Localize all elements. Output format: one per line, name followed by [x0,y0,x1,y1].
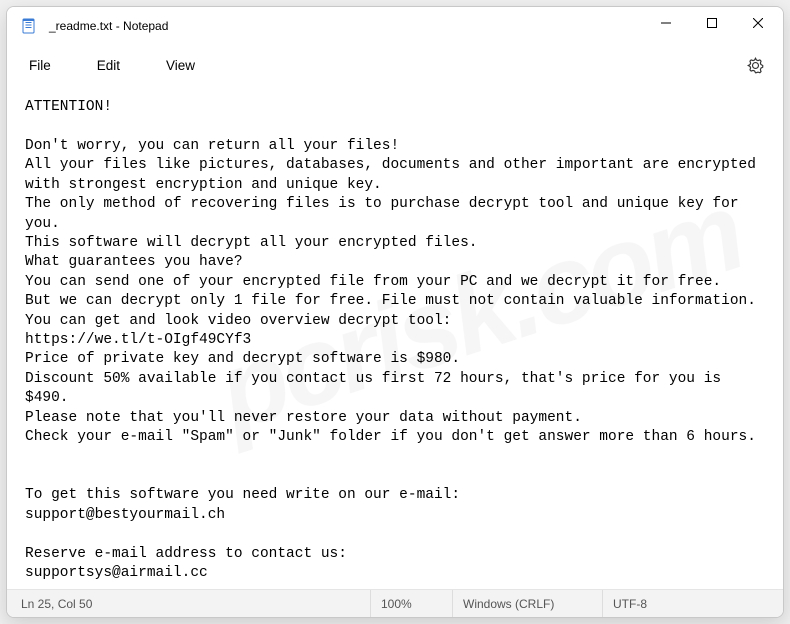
statusbar: Ln 25, Col 50 100% Windows (CRLF) UTF-8 [7,589,783,617]
window-title: _readme.txt - Notepad [49,19,643,33]
titlebar: _readme.txt - Notepad [7,7,783,45]
window-controls [643,7,781,45]
status-zoom: 100% [371,590,453,617]
settings-button[interactable] [739,49,771,81]
minimize-button[interactable] [643,7,689,39]
close-button[interactable] [735,7,781,39]
text-content[interactable]: ATTENTION! Don't worry, you can return a… [7,85,783,589]
notepad-icon [21,18,37,34]
status-encoding: UTF-8 [603,590,783,617]
gear-icon [747,57,764,74]
menubar: File Edit View [7,45,783,85]
status-position: Ln 25, Col 50 [21,590,371,617]
menu-file[interactable]: File [15,52,65,79]
status-eol: Windows (CRLF) [453,590,603,617]
menu-edit[interactable]: Edit [83,52,134,79]
maximize-button[interactable] [689,7,735,39]
menu-view[interactable]: View [152,52,209,79]
notepad-window: _readme.txt - Notepad File Edit View ATT… [6,6,784,618]
